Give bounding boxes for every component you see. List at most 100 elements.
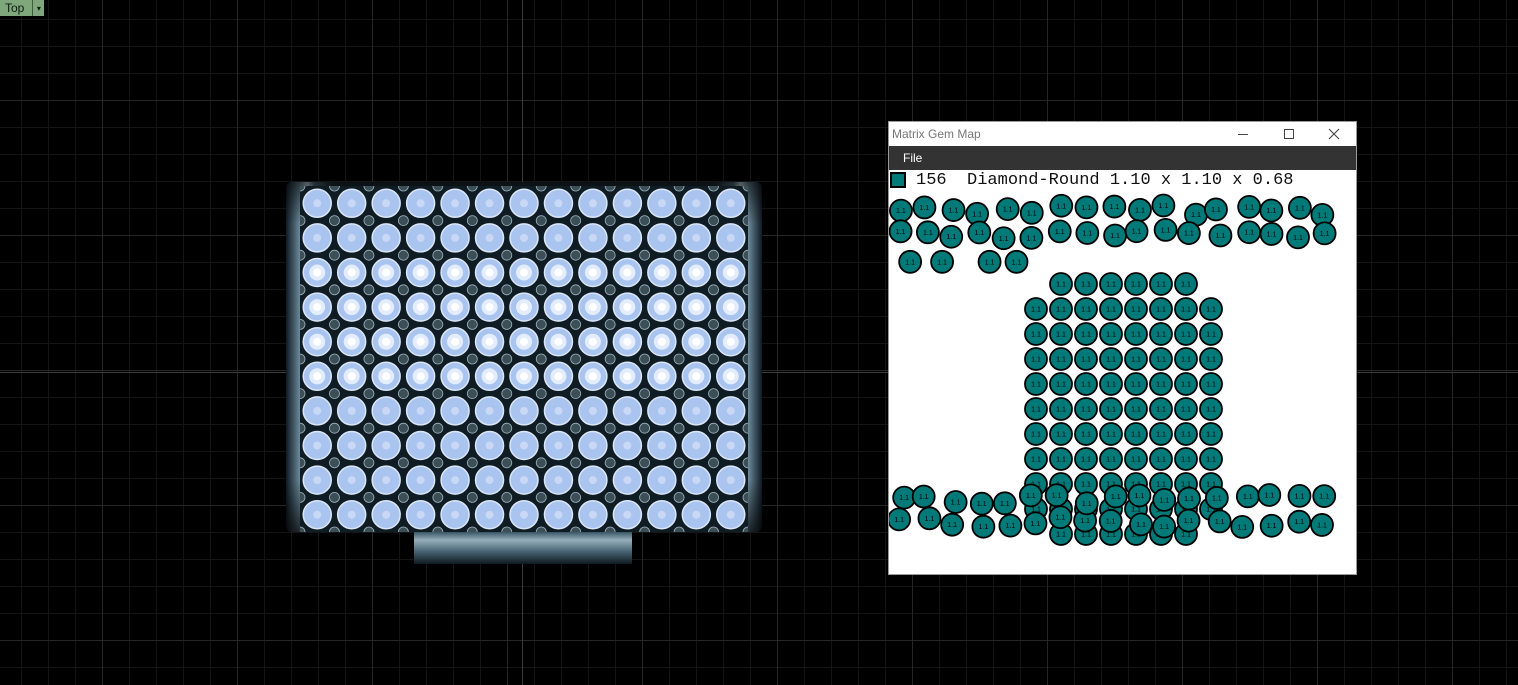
- gem-marker[interactable]: 1.1: [967, 220, 992, 245]
- gem-marker[interactable]: 1.1: [1230, 515, 1255, 539]
- gem-marker[interactable]: 1.1: [1174, 297, 1198, 321]
- gem-marker[interactable]: 1.1: [1124, 372, 1148, 396]
- gem-marker[interactable]: 1.1: [930, 249, 954, 274]
- gem-marker[interactable]: 1.1: [1074, 491, 1099, 516]
- gem-marker[interactable]: 1.1: [1176, 508, 1201, 533]
- gem-marker[interactable]: 1.1: [1235, 484, 1260, 509]
- gem-marker[interactable]: 1.1: [971, 514, 996, 539]
- gem-marker[interactable]: 1.1: [1174, 397, 1198, 421]
- gem-marker[interactable]: 1.1: [1152, 514, 1177, 539]
- gem-marker[interactable]: 1.1: [1259, 513, 1284, 538]
- gem-marker[interactable]: 1.1: [991, 226, 1016, 251]
- gem-marker[interactable]: 1.1: [1018, 483, 1043, 508]
- gem-map-canvas[interactable]: 1.1 1.1 1.1 1.1 1.1 1.1 1.1 1.1 1.1 1.1 1.1 1.1 1.1 1…: [889, 192, 1356, 554]
- gem-marker[interactable]: 1.1: [1075, 221, 1100, 245]
- gem-marker[interactable]: 1.1: [1024, 347, 1048, 371]
- gem-marker[interactable]: 1.1: [1237, 220, 1262, 245]
- gem-marker[interactable]: 1.1: [1074, 195, 1099, 220]
- gem-marker[interactable]: 1.1: [1099, 272, 1123, 296]
- gem-marker[interactable]: 1.1: [1024, 297, 1048, 321]
- gem-marker[interactable]: 1.1: [1099, 347, 1123, 371]
- gem-marker[interactable]: 1.1: [1049, 322, 1073, 346]
- gem-marker[interactable]: 1.1: [1149, 447, 1173, 471]
- gem-marker[interactable]: 1.1: [1149, 372, 1173, 396]
- gem-marker[interactable]: 1.1: [1310, 513, 1334, 537]
- gem-marker[interactable]: 1.1: [1149, 297, 1173, 321]
- gem-marker[interactable]: 1.1: [1127, 483, 1152, 508]
- gem-marker[interactable]: 1.1: [1199, 447, 1223, 471]
- gem-marker[interactable]: 1.1: [1048, 505, 1073, 530]
- gem-marker[interactable]: 1.1: [1287, 195, 1312, 220]
- gem-marker[interactable]: 1.1: [1128, 197, 1152, 222]
- gem-marker[interactable]: 1.1: [1074, 322, 1098, 346]
- gem-marker[interactable]: 1.1: [940, 512, 965, 537]
- gem-marker[interactable]: 1.1: [1044, 483, 1069, 508]
- gem-marker[interactable]: 1.1: [1024, 372, 1048, 396]
- gem-marker[interactable]: 1.1: [1204, 197, 1228, 222]
- gem-marker[interactable]: 1.1: [1124, 297, 1148, 321]
- gem-marker[interactable]: 1.1: [1124, 272, 1148, 296]
- gem-marker[interactable]: 1.1: [912, 195, 937, 220]
- gem-marker[interactable]: 1.1: [1049, 372, 1073, 396]
- gem-marker[interactable]: 1.1: [917, 506, 942, 531]
- gem-marker[interactable]: 1.1: [1074, 272, 1098, 296]
- gem-marker[interactable]: 1.1: [1124, 397, 1148, 421]
- jewelry-model[interactable]: [286, 182, 762, 566]
- gem-marker[interactable]: 1.1: [1099, 447, 1123, 471]
- gem-marker[interactable]: 1.1: [977, 249, 1002, 274]
- gem-marker[interactable]: 1.1: [889, 198, 913, 223]
- gem-marker[interactable]: 1.1: [1099, 297, 1123, 321]
- gem-marker[interactable]: 1.1: [889, 219, 913, 244]
- gem-marker[interactable]: 1.1: [1204, 486, 1229, 510]
- gem-marker[interactable]: 1.1: [1199, 297, 1223, 321]
- gem-marker[interactable]: 1.1: [1174, 447, 1198, 471]
- gem-marker[interactable]: 1.1: [1176, 221, 1201, 246]
- gem-marker[interactable]: 1.1: [1124, 322, 1148, 346]
- gem-marker[interactable]: 1.1: [1049, 272, 1073, 296]
- triangle-down-icon[interactable]: ▾: [33, 0, 45, 16]
- gem-marker[interactable]: 1.1: [1074, 422, 1098, 446]
- gem-marker[interactable]: 1.1: [1047, 219, 1072, 244]
- gem-marker[interactable]: 1.1: [1049, 193, 1074, 218]
- gem-marker[interactable]: 1.1: [1174, 272, 1198, 296]
- viewport-tab[interactable]: Top ▾: [0, 0, 45, 16]
- gem-marker[interactable]: 1.1: [1019, 225, 1044, 250]
- gem-marker[interactable]: 1.1: [1199, 372, 1223, 396]
- gem-marker[interactable]: 1.1: [1004, 249, 1029, 274]
- gem-marker[interactable]: 1.1: [1024, 397, 1048, 421]
- gem-marker[interactable]: 1.1: [992, 491, 1017, 516]
- gem-marker[interactable]: 1.1: [1049, 447, 1073, 471]
- viewport-label[interactable]: Top: [0, 0, 34, 16]
- gem-marker[interactable]: 1.1: [1103, 484, 1128, 509]
- gem-marker[interactable]: 1.1: [1286, 225, 1310, 250]
- gem-marker[interactable]: 1.1: [1098, 509, 1123, 533]
- gem-marker[interactable]: 1.1: [1174, 347, 1198, 371]
- gem-marker[interactable]: 1.1: [1074, 397, 1098, 421]
- gem-marker[interactable]: 1.1: [1177, 486, 1201, 511]
- gem-marker[interactable]: 1.1: [1124, 347, 1148, 371]
- gem-marker[interactable]: 1.1: [1049, 347, 1073, 371]
- gem-marker[interactable]: 1.1: [943, 490, 968, 514]
- gem-marker[interactable]: 1.1: [1099, 372, 1123, 396]
- gem-marker[interactable]: 1.1: [1049, 397, 1073, 421]
- gem-marker[interactable]: 1.1: [1259, 198, 1284, 223]
- gem-marker[interactable]: 1.1: [1124, 447, 1148, 471]
- gem-marker[interactable]: 1.1: [1149, 397, 1173, 421]
- gem-marker[interactable]: 1.1: [969, 491, 994, 516]
- gem-marker[interactable]: 1.1: [1099, 322, 1123, 346]
- gem-marker[interactable]: 1.1: [1199, 397, 1223, 421]
- close-icon[interactable]: [1311, 122, 1357, 146]
- gem-marker[interactable]: 1.1: [1074, 297, 1098, 321]
- gem-marker[interactable]: 1.1: [889, 507, 912, 532]
- gem-marker[interactable]: 1.1: [1049, 422, 1073, 446]
- minimize-icon[interactable]: [1220, 122, 1266, 146]
- gem-marker[interactable]: 1.1: [1074, 347, 1098, 371]
- gem-marker[interactable]: 1.1: [1151, 193, 1176, 218]
- gem-marker[interactable]: 1.1: [1257, 483, 1282, 507]
- gem-marker[interactable]: 1.1: [1023, 511, 1048, 536]
- gem-marker[interactable]: 1.1: [1099, 397, 1123, 421]
- gem-color-swatch[interactable]: [890, 172, 906, 188]
- gem-marker[interactable]: 1.1: [1149, 347, 1173, 371]
- gem-marker[interactable]: 1.1: [1259, 222, 1284, 246]
- gem-marker[interactable]: 1.1: [1129, 512, 1153, 537]
